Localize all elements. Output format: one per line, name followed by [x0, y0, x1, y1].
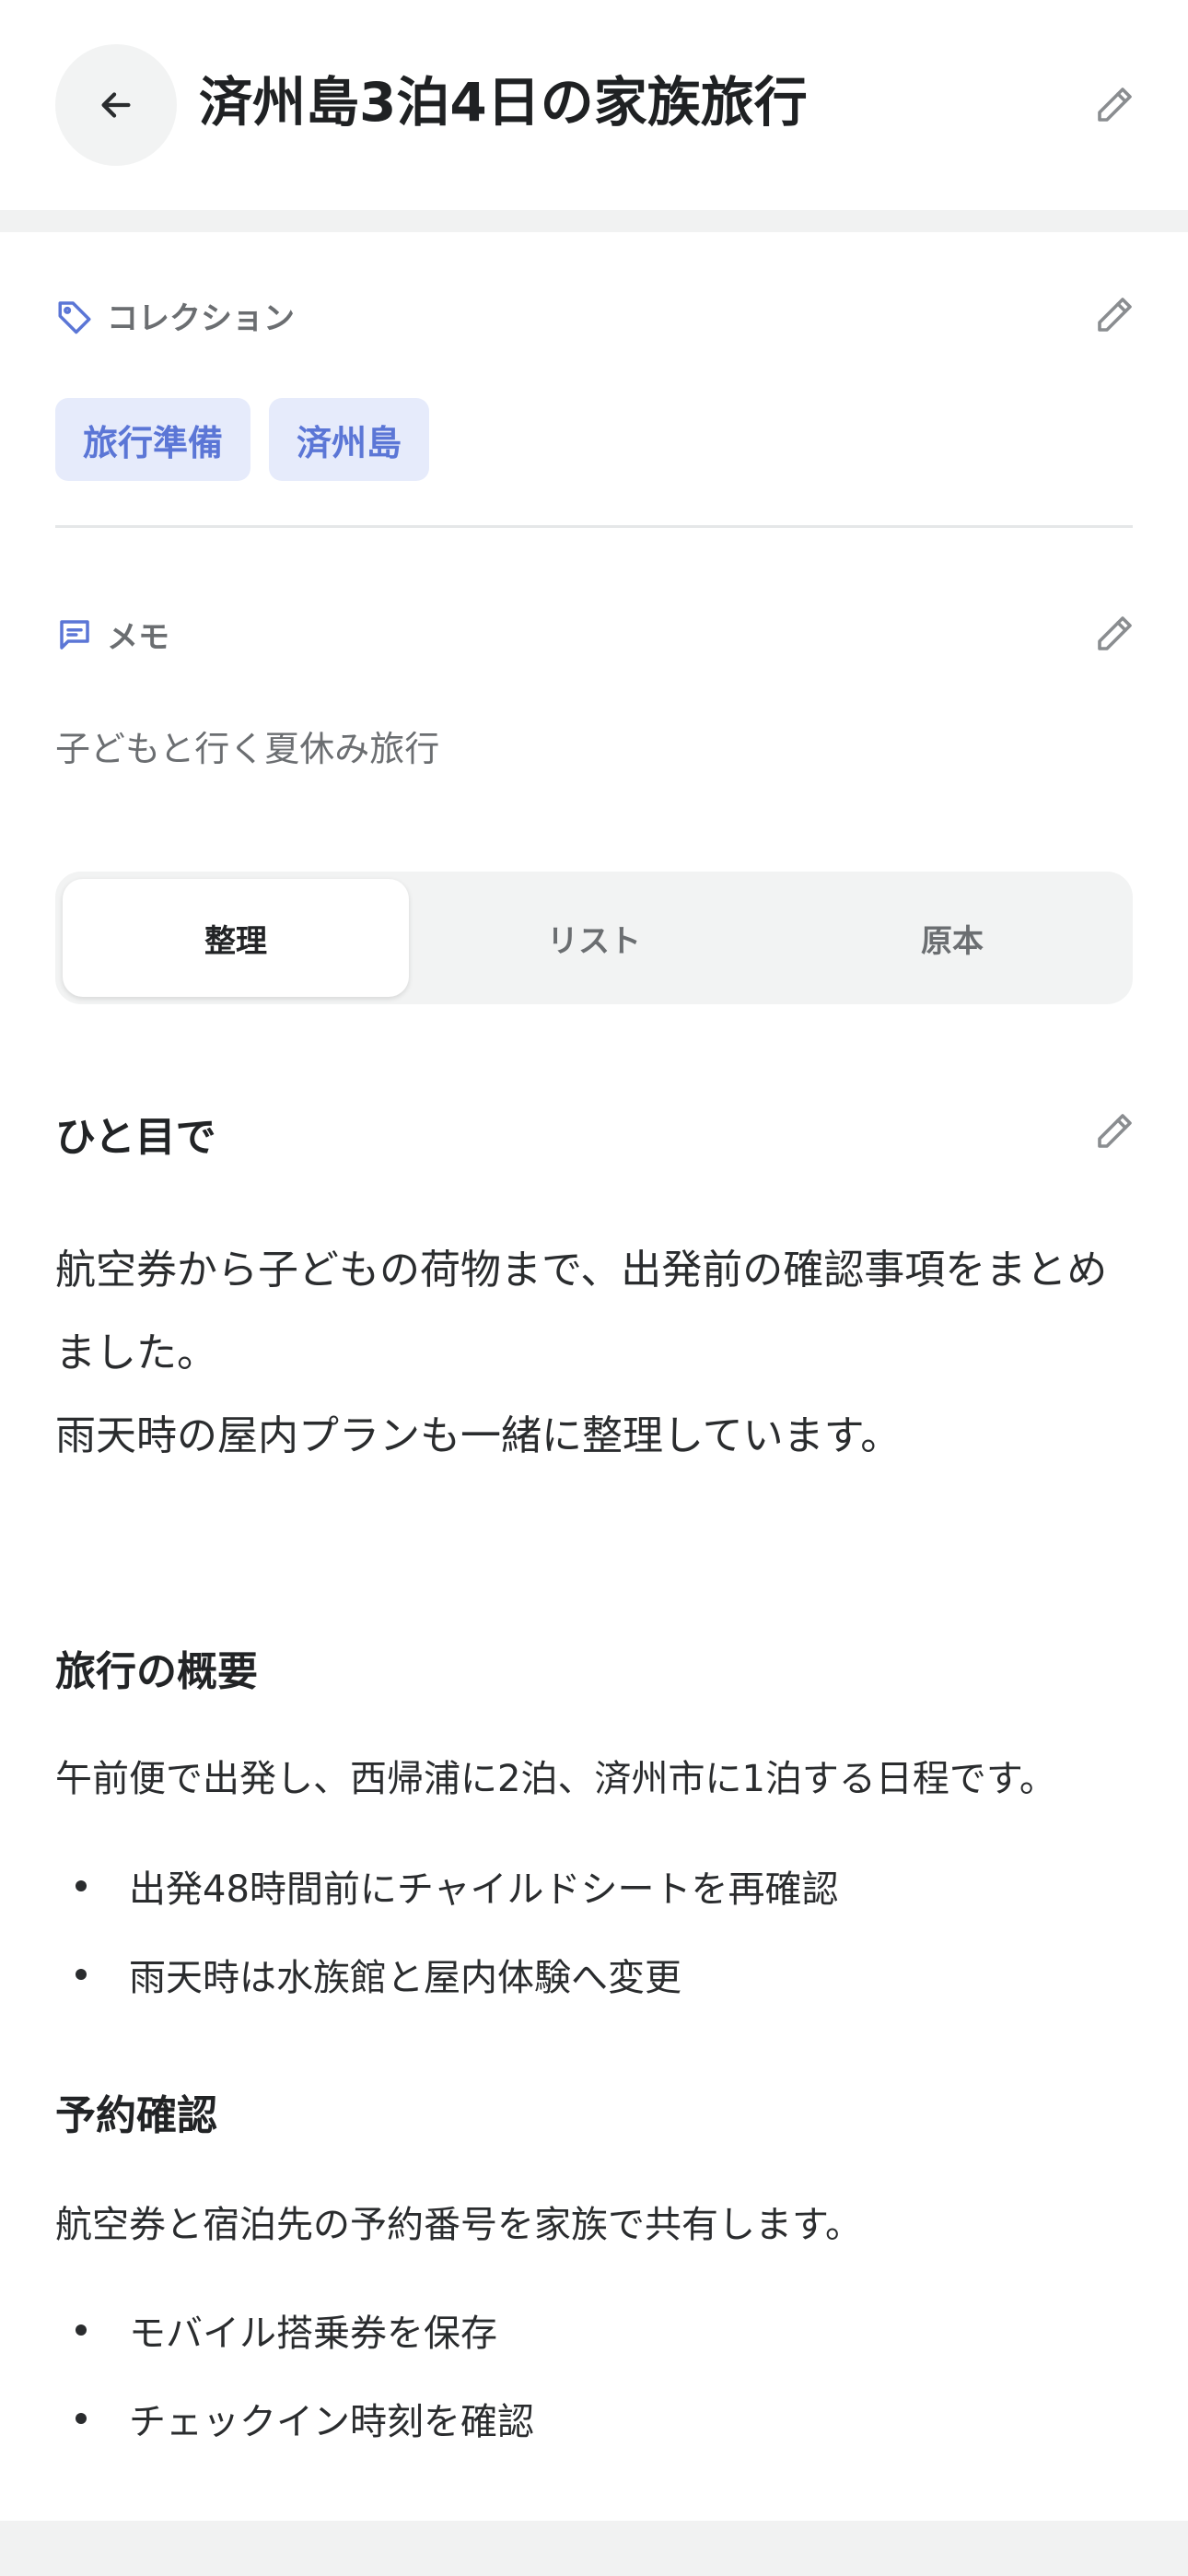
summary-line: 雨天時の屋内プランも一緒に整理しています。 — [55, 1412, 902, 1459]
edit-title-button[interactable] — [1092, 83, 1136, 127]
list-item-text: チェックイン時刻を確認 — [129, 2401, 534, 2443]
collection-tags: 旅行準備 済州島 — [55, 398, 430, 481]
tab-organize[interactable]: 整理 — [63, 879, 409, 997]
list-item-text: 雨天時は水族館と屋内体験へ変更 — [129, 1957, 681, 1999]
arrow-left-icon — [101, 92, 131, 118]
header: 済州島3泊4日の家族旅行 — [0, 0, 1188, 210]
back-button[interactable] — [55, 44, 177, 166]
bottom-divider — [0, 2521, 1188, 2576]
list-item: チェックイン時刻を確認 — [55, 2392, 534, 2445]
bullet-dot — [76, 2324, 87, 2336]
summary-text: 航空券から子どもの荷物まで、出発前の確認事項をまとめ ました。 雨天時の屋内プラ… — [55, 1229, 1133, 1478]
summary-heading: ひと目で — [55, 1114, 216, 1161]
edit-memo-button[interactable] — [1092, 612, 1136, 656]
list-item-text: 出発48時間前にチャイルドシートを再確認 — [129, 1868, 839, 1911]
message-icon — [60, 619, 89, 650]
list-item: 雨天時は水族館と屋内体験へ変更 — [55, 1948, 681, 2001]
page-title: 済州島3泊4日の家族旅行 — [199, 71, 808, 134]
summary-line: 航空券から子どもの荷物まで、出発前の確認事項をまとめ — [55, 1247, 1108, 1294]
edit-collection-button[interactable] — [1092, 293, 1136, 337]
edit-summary-button[interactable] — [1092, 1109, 1136, 1153]
list-item: モバイル搭乗券を保存 — [55, 2303, 497, 2357]
summary-line: ました。 — [55, 1329, 217, 1376]
reservation-heading: 予約確認 — [55, 2092, 217, 2139]
bullet-dot — [76, 2413, 87, 2424]
reservation-text: 航空券と宿泊先の予約番号を家族で共有します。 — [55, 2204, 862, 2246]
tab-original[interactable]: 原本 — [779, 879, 1125, 997]
collection-label: コレクション — [55, 293, 295, 338]
tag-icon — [58, 300, 91, 334]
memo-label: メモ — [55, 612, 169, 657]
collection-label-text: コレクション — [107, 300, 295, 337]
collection-tag[interactable]: 済州島 — [269, 398, 430, 481]
section-divider — [55, 525, 1133, 528]
overview-heading: 旅行の概要 — [55, 1648, 258, 1695]
overview-text: 午前便で出発し、西帰浦に2泊、済州市に1泊する日程です。 — [55, 1758, 1056, 1800]
bullet-dot — [76, 1969, 87, 1980]
tab-list[interactable]: リスト — [421, 879, 767, 997]
memo-label-text: メモ — [107, 619, 169, 656]
bullet-dot — [76, 1880, 87, 1891]
header-divider — [0, 210, 1188, 232]
view-tabs: 整理 リスト 原本 — [55, 872, 1133, 1004]
list-item: 出発48時間前にチャイルドシートを再確認 — [55, 1859, 839, 1913]
memo-text: 子どもと行く夏休み旅行 — [55, 729, 440, 769]
list-item-text: モバイル搭乗券を保存 — [129, 2313, 497, 2355]
collection-tag[interactable]: 旅行準備 — [55, 398, 251, 481]
